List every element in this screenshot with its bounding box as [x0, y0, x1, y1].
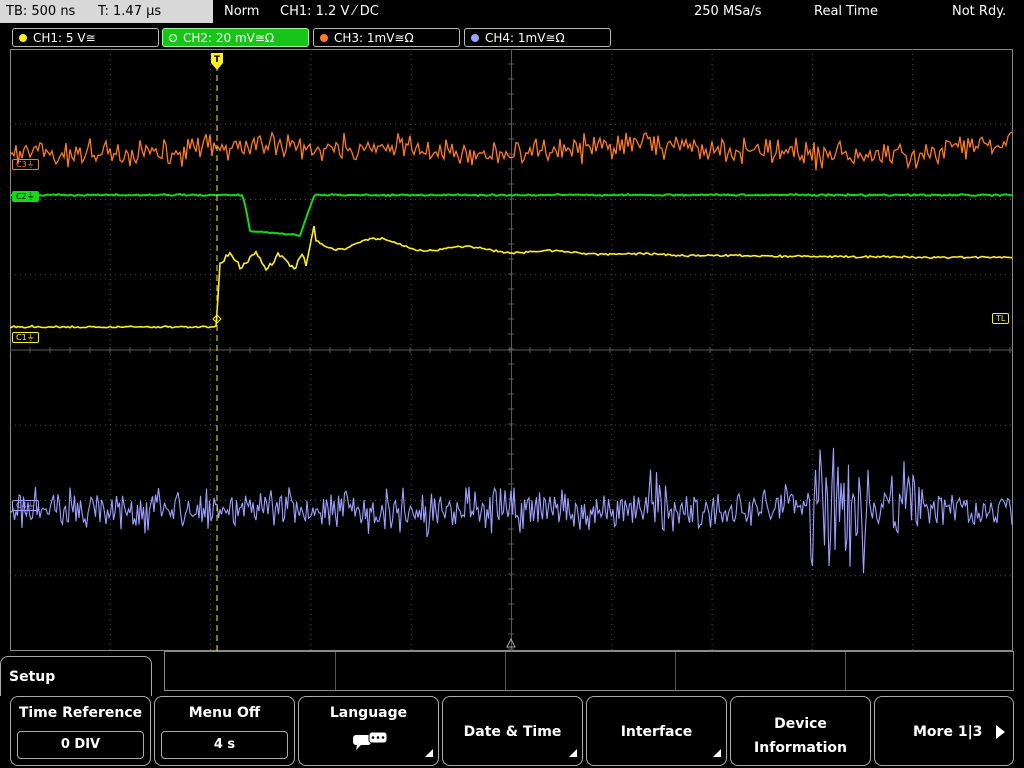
interface-softkey[interactable]: Interface — [586, 696, 727, 766]
trigger-level-marker[interactable]: TL — [992, 313, 1010, 324]
marker-label: C1 — [16, 333, 27, 342]
channel-dot-icon — [19, 34, 27, 42]
menu-off-softkey[interactable]: Menu Off 4 s — [154, 696, 295, 766]
marker-label: C3 — [16, 160, 27, 169]
time-reference-softkey[interactable]: Time Reference 0 DIV — [10, 696, 151, 766]
device-information-softkey[interactable]: Device Information — [730, 696, 871, 766]
menu-title-tab: Setup — [0, 656, 152, 696]
menu-title: Setup — [9, 669, 56, 685]
ch4-offset-marker[interactable]: C4⏚ — [12, 500, 39, 511]
submenu-corner-icon — [569, 749, 577, 757]
divider — [505, 652, 506, 690]
divider — [845, 652, 846, 690]
ch2-offset-marker[interactable]: C2⏚ — [12, 191, 39, 202]
channel-tab-ch3[interactable]: CH3: 1mV≅Ω — [313, 28, 460, 47]
date-time-softkey[interactable]: Date & Time — [442, 696, 583, 766]
softkey-label: Menu Off — [188, 705, 261, 721]
channel-dot-icon — [471, 34, 479, 42]
timebase-readout: TB: 500 ns — [6, 4, 76, 19]
softkey-label: Device Information — [754, 716, 847, 756]
softkey-label: Date & Time — [463, 724, 562, 740]
acquisition-mode: Real Time — [814, 4, 878, 19]
channel-tab-label: CH3: 1mV≅Ω — [334, 31, 414, 45]
speech-bubbles-icon — [353, 731, 388, 750]
channel-tab-ch2[interactable]: CH2: 20 mV≅Ω — [162, 28, 309, 47]
sample-rate: 250 MSa/s — [694, 4, 762, 19]
menu-edge — [1014, 696, 1024, 766]
channel-tab-label: CH1: 5 V≅ — [33, 31, 96, 45]
channel-tab-label: CH2: 20 mV≅Ω — [183, 31, 275, 45]
menu-off-value[interactable]: 4 s — [161, 731, 288, 759]
softkey-label: Language — [329, 705, 408, 721]
marker-label: C4 — [16, 501, 27, 510]
more-softkey[interactable]: More 1|3 — [874, 696, 1014, 766]
language-softkey[interactable]: Language — [298, 696, 439, 766]
channel-tab-ch4[interactable]: CH4: 1mV≅Ω — [464, 28, 611, 47]
trigger-info[interactable]: CH1: 1.2 V ⁄ DC — [280, 0, 379, 23]
softkey-label: More 1|3 — [913, 724, 983, 740]
softkey-label: Interface — [620, 724, 693, 740]
marker-label: TL — [996, 314, 1006, 323]
channel-tab-ch1[interactable]: CH1: 5 V≅ — [12, 28, 159, 47]
timebase-box[interactable]: TB: 500 ns T: 1.47 µs — [0, 0, 213, 23]
submenu-corner-icon — [425, 749, 433, 757]
submenu-corner-icon — [713, 749, 721, 757]
acquisition-status: Not Rdy. — [952, 4, 1007, 19]
channel-dot-icon — [169, 34, 177, 42]
channel-tab-label: CH4: 1mV≅Ω — [485, 31, 565, 45]
softkey-label: Time Reference — [18, 705, 143, 721]
time-reference-value[interactable]: 0 DIV — [17, 731, 144, 759]
divider — [335, 652, 336, 690]
channel-tabs: CH1: 5 V≅ CH2: 20 mV≅Ω CH3: 1mV≅Ω CH4: 1… — [0, 27, 1024, 49]
divider — [675, 652, 676, 690]
ch1-offset-marker[interactable]: C1⏚ — [12, 332, 39, 343]
info-strip — [164, 651, 1014, 691]
trigger-position-marker[interactable]: T — [211, 53, 223, 70]
status-bar: TB: 500 ns T: 1.47 µs Norm CH1: 1.2 V ⁄ … — [0, 0, 1024, 27]
waveform-display[interactable]: T — [10, 49, 1013, 651]
channel-dot-icon — [320, 34, 328, 42]
trigger-mode[interactable]: Norm — [224, 0, 259, 23]
ch3-offset-marker[interactable]: C3⏚ — [12, 159, 39, 170]
arrow-right-icon — [996, 725, 1005, 739]
marker-label: C2 — [16, 192, 27, 201]
trigger-time-readout: T: 1.47 µs — [98, 4, 162, 19]
